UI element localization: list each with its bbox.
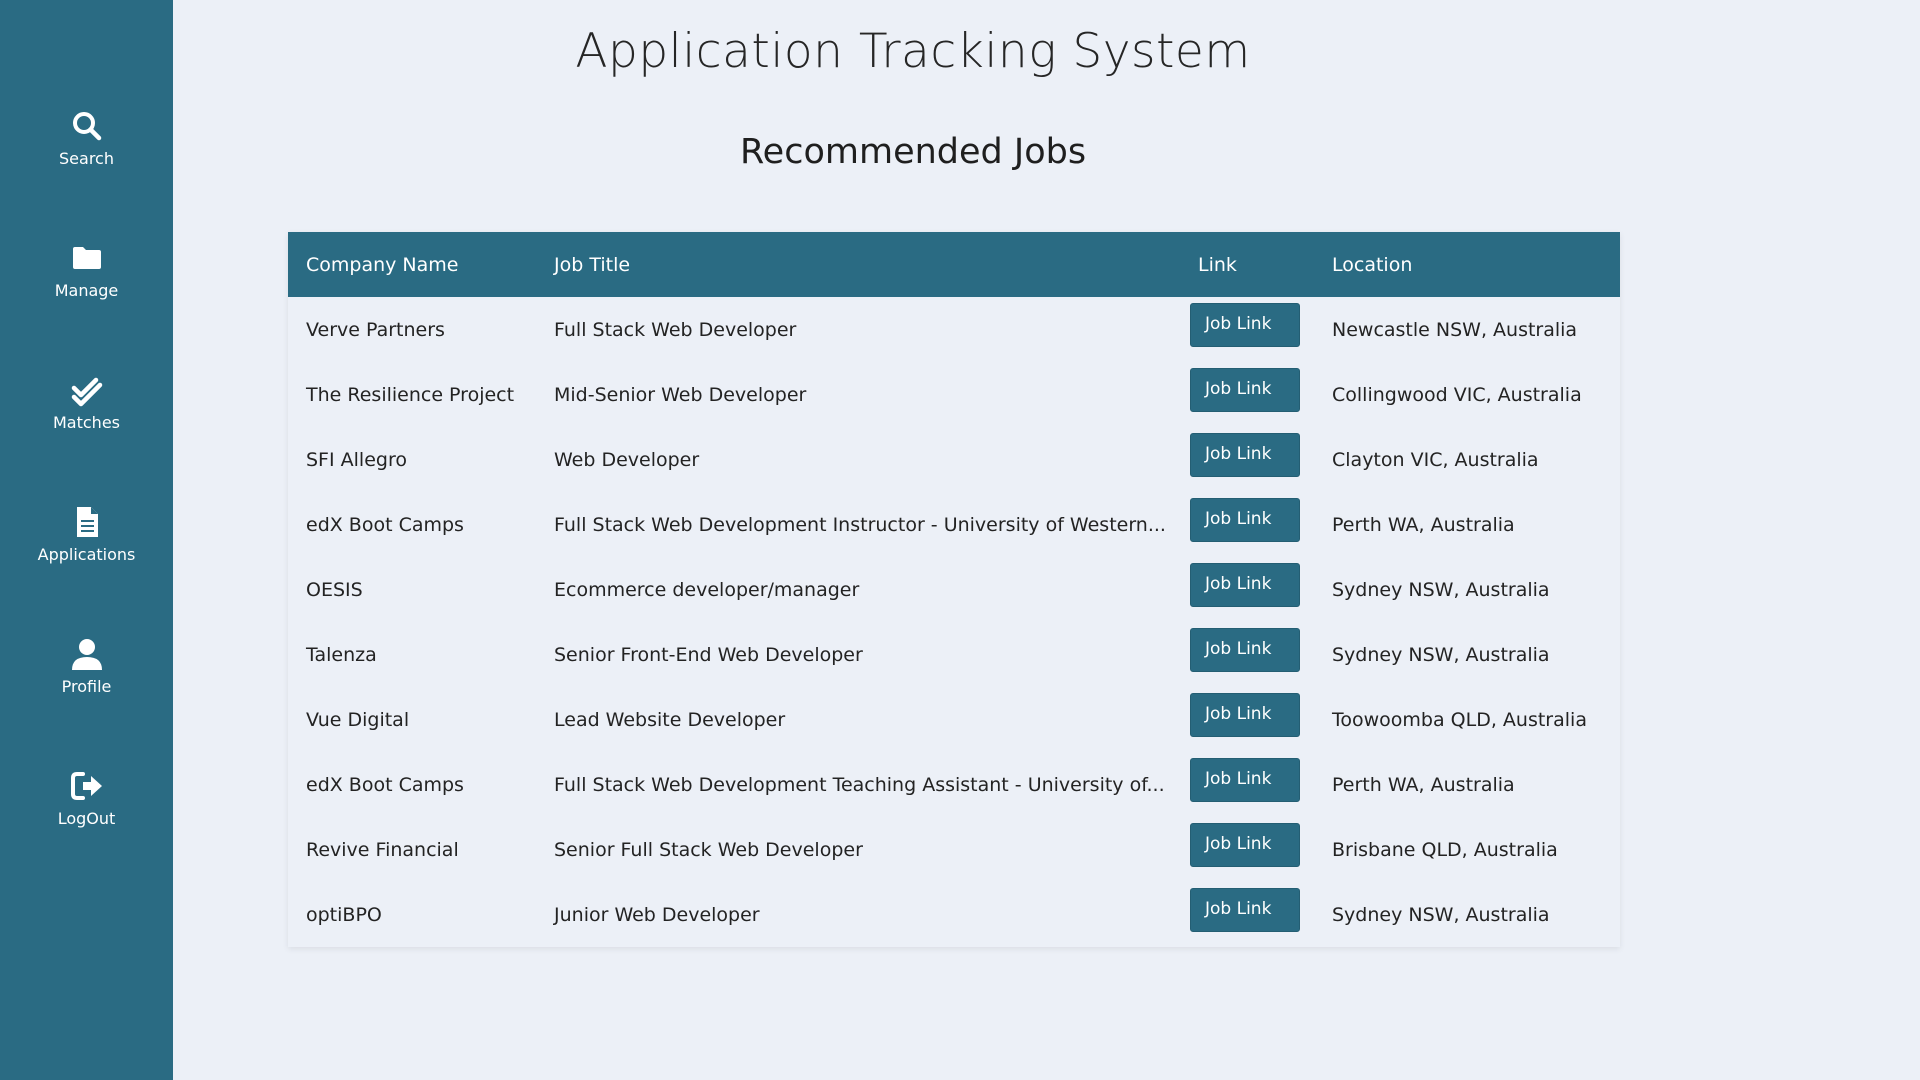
link-cell: Job Link bbox=[1180, 882, 1314, 947]
link-cell: Job Link bbox=[1180, 492, 1314, 557]
link-cell: Job Link bbox=[1180, 557, 1314, 622]
table-row: OESIS Ecommerce developer/manager Job Li… bbox=[288, 557, 1620, 622]
link-cell: Job Link bbox=[1180, 362, 1314, 427]
job-title: Senior Front-End Web Developer bbox=[554, 643, 863, 666]
job-title: Full Stack Web Development Teaching Assi… bbox=[554, 773, 1165, 796]
job-location: Sydney NSW, Australia bbox=[1332, 643, 1550, 666]
link-cell: Job Link bbox=[1180, 622, 1314, 687]
sidebar-item-search[interactable]: Search bbox=[0, 108, 173, 218]
job-title: Junior Web Developer bbox=[554, 903, 760, 926]
document-icon bbox=[69, 504, 105, 540]
job-link-button[interactable]: Job Link bbox=[1190, 887, 1300, 932]
logout-icon bbox=[69, 768, 105, 804]
job-location: Perth WA, Australia bbox=[1332, 513, 1515, 536]
sidebar-item-label: Manage bbox=[54, 281, 119, 300]
job-title: Lead Website Developer bbox=[554, 708, 786, 731]
sidebar-item-matches[interactable]: Matches bbox=[0, 372, 173, 482]
column-header-link: Link bbox=[1198, 253, 1237, 276]
page-title: Application Tracking System bbox=[575, 24, 1251, 79]
job-location: Collingwood VIC, Australia bbox=[1332, 383, 1582, 406]
table-row: The Resilience Project Mid-Senior Web De… bbox=[288, 362, 1620, 427]
jobs-table-container: Company Name Job Title Link Location Ver… bbox=[288, 232, 1620, 947]
job-location: Perth WA, Australia bbox=[1332, 773, 1515, 796]
table-row: Talenza Senior Front-End Web Developer J… bbox=[288, 622, 1620, 687]
job-link-button[interactable]: Job Link bbox=[1190, 432, 1300, 477]
double-check-icon bbox=[69, 372, 105, 408]
job-title: Mid-Senior Web Developer bbox=[554, 383, 807, 406]
company-name: Talenza bbox=[306, 643, 377, 666]
table-row: edX Boot Camps Full Stack Web Developmen… bbox=[288, 752, 1620, 817]
job-title: Web Developer bbox=[554, 448, 700, 471]
job-link-button[interactable]: Job Link bbox=[1190, 692, 1300, 737]
job-link-button[interactable]: Job Link bbox=[1190, 562, 1300, 607]
company-name: edX Boot Camps bbox=[306, 773, 464, 796]
job-title: Ecommerce developer/manager bbox=[554, 578, 860, 601]
section-title: Recommended Jobs bbox=[739, 132, 1087, 172]
sidebar-item-profile[interactable]: Profile bbox=[0, 636, 173, 746]
job-location: Toowoomba QLD, Australia bbox=[1332, 708, 1587, 731]
job-link-button[interactable]: Job Link bbox=[1190, 367, 1300, 412]
sidebar-item-label: Applications bbox=[37, 545, 136, 564]
job-link-button[interactable]: Job Link bbox=[1190, 302, 1300, 347]
company-name: OESIS bbox=[306, 578, 363, 601]
sidebar-item-label: Search bbox=[59, 149, 114, 168]
table-header: Company Name Job Title Link Location bbox=[288, 232, 1620, 297]
job-title: Full Stack Web Development Instructor - … bbox=[554, 513, 1166, 536]
job-location: Sydney NSW, Australia bbox=[1332, 578, 1550, 601]
job-title: Senior Full Stack Web Developer bbox=[554, 838, 863, 861]
link-cell: Job Link bbox=[1180, 427, 1314, 492]
user-icon bbox=[69, 636, 105, 672]
company-name: Vue Digital bbox=[306, 708, 410, 731]
sidebar: Search Manage Matches Applications Profi bbox=[0, 0, 173, 1080]
column-header-company: Company Name bbox=[306, 253, 459, 276]
search-icon bbox=[69, 108, 105, 144]
main-content: Application Tracking System Recommended … bbox=[173, 0, 1920, 1080]
job-location: Sydney NSW, Australia bbox=[1332, 903, 1550, 926]
company-name: edX Boot Camps bbox=[306, 513, 464, 536]
sidebar-item-logout[interactable]: LogOut bbox=[0, 768, 173, 878]
job-location: Newcastle NSW, Australia bbox=[1332, 318, 1578, 341]
table-row: optiBPO Junior Web Developer Job Link Sy… bbox=[288, 882, 1620, 947]
job-title: Full Stack Web Developer bbox=[554, 318, 797, 341]
folder-icon bbox=[69, 240, 105, 276]
sidebar-item-label: Matches bbox=[53, 413, 120, 432]
job-link-button[interactable]: Job Link bbox=[1190, 627, 1300, 672]
sidebar-item-applications[interactable]: Applications bbox=[0, 504, 173, 614]
job-location: Clayton VIC, Australia bbox=[1332, 448, 1539, 471]
job-link-button[interactable]: Job Link bbox=[1190, 822, 1300, 867]
job-link-button[interactable]: Job Link bbox=[1190, 497, 1300, 542]
app-root: Search Manage Matches Applications Profi bbox=[0, 0, 1920, 1080]
job-location: Brisbane QLD, Australia bbox=[1332, 838, 1558, 861]
column-header-job-title: Job Title bbox=[554, 253, 631, 276]
link-cell: Job Link bbox=[1180, 817, 1314, 882]
company-name: optiBPO bbox=[306, 903, 382, 926]
job-link-button[interactable]: Job Link bbox=[1190, 757, 1300, 802]
table-row: SFI Allegro Web Developer Job Link Clayt… bbox=[288, 427, 1620, 492]
company-name: Verve Partners bbox=[306, 318, 445, 341]
table-body: Verve Partners Full Stack Web Developer … bbox=[288, 297, 1620, 947]
sidebar-item-label: LogOut bbox=[57, 809, 116, 828]
sidebar-item-manage[interactable]: Manage bbox=[0, 240, 173, 350]
column-header-location: Location bbox=[1332, 253, 1413, 276]
sidebar-item-label: Profile bbox=[61, 677, 112, 696]
table-header-row: Company Name Job Title Link Location bbox=[288, 232, 1620, 297]
table-row: Vue Digital Lead Website Developer Job L… bbox=[288, 687, 1620, 752]
company-name: SFI Allegro bbox=[306, 448, 407, 471]
link-cell: Job Link bbox=[1180, 752, 1314, 817]
table-row: Revive Financial Senior Full Stack Web D… bbox=[288, 817, 1620, 882]
company-name: Revive Financial bbox=[306, 838, 459, 861]
jobs-table: Company Name Job Title Link Location Ver… bbox=[288, 232, 1620, 947]
link-cell: Job Link bbox=[1180, 687, 1314, 752]
link-cell: Job Link bbox=[1180, 297, 1314, 362]
company-name: The Resilience Project bbox=[306, 383, 515, 406]
table-row: Verve Partners Full Stack Web Developer … bbox=[288, 297, 1620, 362]
table-row: edX Boot Camps Full Stack Web Developmen… bbox=[288, 492, 1620, 557]
